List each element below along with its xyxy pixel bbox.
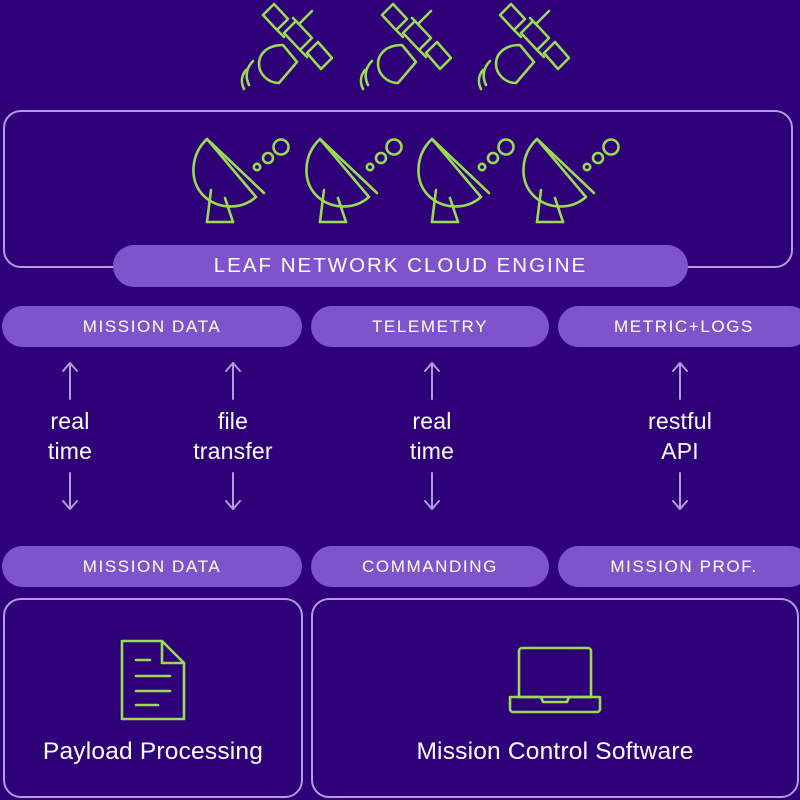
pill-mission-data-top[interactable]: MISSION DATA xyxy=(2,306,302,347)
arrow-up-icon xyxy=(424,362,440,400)
pill-label: MISSION PROF. xyxy=(610,556,758,576)
pill-label: TELEMETRY xyxy=(371,316,489,336)
satellite-icon-3 xyxy=(470,2,570,97)
cloud-engine-label: LEAF NETWORK CLOUD ENGINE xyxy=(213,254,588,277)
pill-telemetry[interactable]: TELEMETRY xyxy=(311,306,549,347)
flow-label: real time xyxy=(47,408,93,464)
pill-mission-prof[interactable]: MISSION PROF. xyxy=(558,546,800,587)
flow-column-real-time-1: real time xyxy=(5,360,135,540)
flow-column-restful-api: restful API xyxy=(615,360,745,540)
pill-mission-data-bottom[interactable]: MISSION DATA xyxy=(2,546,302,587)
card-mission-control-software[interactable]: Mission Control Software xyxy=(311,598,799,798)
space-segment-row xyxy=(0,0,800,100)
arrow-up-icon xyxy=(62,362,78,400)
arrow-down-icon xyxy=(62,472,78,510)
pill-commanding[interactable]: COMMANDING xyxy=(311,546,549,587)
pill-label: METRIC+LOGS xyxy=(614,316,754,336)
card-label: Payload Processing xyxy=(42,738,264,765)
flow-column-file-transfer: file transfer xyxy=(168,360,298,540)
arrow-down-icon xyxy=(225,472,241,510)
card-payload-processing[interactable]: Payload Processing xyxy=(3,598,303,798)
arrow-down-icon xyxy=(424,472,440,510)
laptop-icon xyxy=(508,638,602,722)
document-icon xyxy=(120,638,186,722)
flow-label: restful API xyxy=(647,408,713,464)
flow-column-real-time-2: real time xyxy=(367,360,497,540)
satellite-icon-1 xyxy=(233,2,333,97)
dish-antenna-icon-3 xyxy=(410,132,522,224)
pill-label: MISSION DATA xyxy=(82,556,222,576)
arrow-up-icon xyxy=(225,362,241,400)
dish-antenna-icon-2 xyxy=(298,132,410,224)
flow-label: file transfer xyxy=(193,408,273,464)
pill-label: COMMANDING xyxy=(362,556,498,576)
arrow-down-icon xyxy=(672,472,688,510)
satellite-icon-2 xyxy=(352,2,452,97)
pill-metric-logs[interactable]: METRIC+LOGS xyxy=(558,306,800,347)
dish-antenna-icon-1 xyxy=(185,132,297,224)
cloud-engine-pill[interactable]: LEAF NETWORK CLOUD ENGINE xyxy=(113,245,688,287)
pill-label: MISSION DATA xyxy=(82,316,222,336)
arrow-up-icon xyxy=(672,362,688,400)
card-label: Mission Control Software xyxy=(416,738,694,765)
diagram-canvas: LEAF NETWORK CLOUD ENGINE MISSION DATA T… xyxy=(0,0,800,800)
dish-antenna-icon-4 xyxy=(515,132,627,224)
flow-label: real time xyxy=(409,408,455,464)
